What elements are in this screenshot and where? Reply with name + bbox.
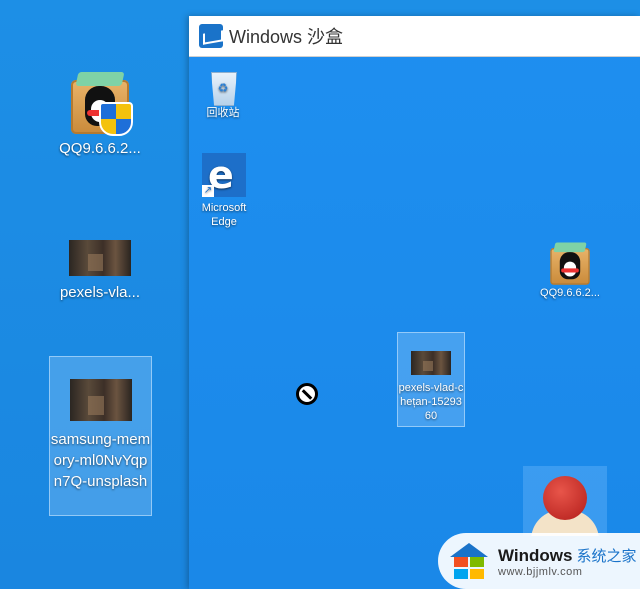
sandbox-titlebar[interactable]: Windows 沙盒 [189,16,640,57]
image-thumbnail-icon [69,379,132,421]
window-title: Windows 沙盒 [229,27,344,47]
image-thumbnail-icon [69,240,131,276]
sandbox-app-icon [199,24,223,48]
sandbox-icon-pexels-image[interactable]: pexels-vlad-chețan-1529360 [397,332,465,427]
sandbox-icon-label: 回收站 [206,107,240,119]
sandbox-icon-edge[interactable]: e ↗ Microsoft Edge [195,153,253,229]
sandbox-icon-label: pexels-vlad-chețan-1529360 [398,382,464,422]
qq-installer-icon [67,72,133,138]
desktop-icon-label: QQ9.6.6.2... [59,140,141,157]
desktop-icon-samsung-image[interactable]: samsung-memory-ml0NvYqpn7Q-unsplash [49,356,152,516]
recycle-bin-icon: ♻ [205,66,241,106]
user-avatar [523,466,607,536]
desktop-icon-label: pexels-vla... [59,284,141,301]
watermark-brand-cn: 系统之家 [576,547,637,565]
desktop-icon-qq-installer[interactable]: QQ9.6.6.2... [50,72,150,159]
desktop-icon-label: samsung-memory-ml0NvYqpn7Q-unsplash [50,431,151,490]
sandbox-icon-label: Microsoft Edge [201,202,247,228]
unavailable-cursor-icon [296,383,318,405]
image-thumbnail-icon [411,351,451,375]
qq-installer-icon [548,242,593,288]
sandbox-icon-recycle-bin[interactable]: ♻ 回收站 [197,66,249,120]
watermark-brand: Windows [498,545,573,565]
watermark-url: www.bjjmlv.com [498,565,583,578]
windows-house-logo-icon [448,541,490,581]
shortcut-arrow-icon: ↗ [202,185,214,197]
sandbox-icon-label: QQ9.6.6.2... [540,287,600,299]
site-watermark: Windows 系统之家 www.bjjmlv.com [438,533,640,589]
edge-icon: e ↗ [202,153,246,197]
desktop-icon-pexels-image[interactable]: pexels-vla... [50,240,150,303]
sandbox-icon-qq-installer[interactable]: QQ9.6.6.2... [532,242,608,300]
